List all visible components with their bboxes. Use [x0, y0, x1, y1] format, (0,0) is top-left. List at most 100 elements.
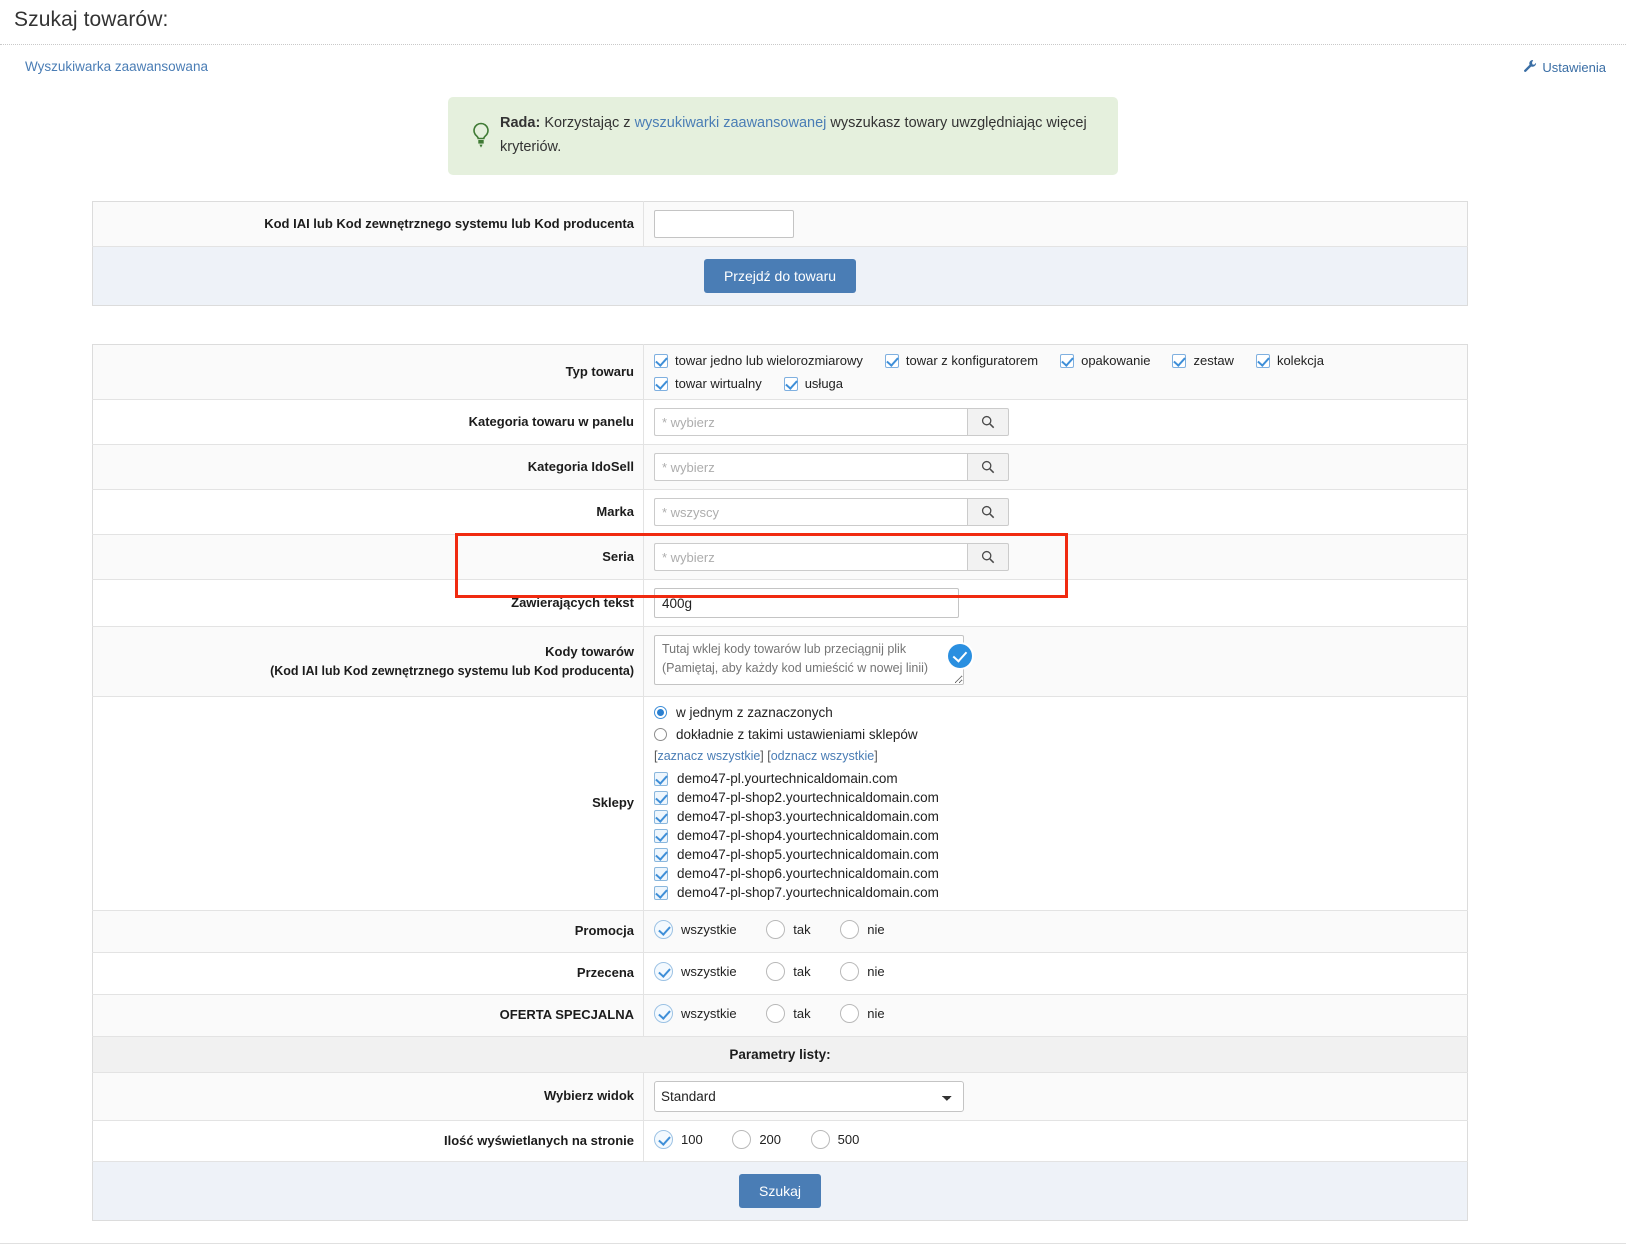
checkbox-icon[interactable]	[1060, 353, 1075, 368]
wybierz-widok-select[interactable]: Standard	[654, 1080, 964, 1112]
advanced-search-link[interactable]: Wyszukiwarka zaawansowana	[25, 59, 208, 74]
row-parametry-header: Parametry listy:	[92, 1036, 1468, 1073]
sklepy-mode-0[interactable]: w jednym z zaznaczonych	[654, 705, 1459, 720]
checkbox-icon[interactable]	[654, 809, 668, 824]
option-label: 100	[681, 1131, 703, 1147]
oferta-option-0[interactable]: wszystkie	[654, 1004, 737, 1024]
kategoria-idosell-input[interactable]	[654, 453, 967, 481]
shop-checkbox-0[interactable]: demo47-pl.yourtechnicaldomain.com	[654, 769, 1459, 788]
shop-checkbox-1[interactable]: demo47-pl-shop2.yourtechnicaldomain.com	[654, 788, 1459, 807]
zawierajacych-tekst-input[interactable]	[654, 588, 959, 618]
radio-check-icon[interactable]	[840, 962, 860, 982]
checkbox-typ-1[interactable]: towar z konfiguratorem	[884, 353, 1039, 368]
przecena-option-2[interactable]: nie	[840, 962, 885, 982]
search-form-table: Typ towaru towar jedno lub wielorozmiaro…	[92, 344, 1468, 1222]
shop-label: demo47-pl-shop5.yourtechnicaldomain.com	[677, 847, 939, 862]
search-icon[interactable]	[967, 453, 1009, 481]
goto-product-table: Kod IAI lub Kod zewnętrznego systemu lub…	[92, 201, 1468, 306]
oferta-option-2[interactable]: nie	[840, 1004, 885, 1024]
kody-towarow-textarea[interactable]	[654, 635, 964, 685]
radio-check-icon[interactable]	[654, 962, 673, 982]
kategoria-idosell-searchfield	[654, 453, 1009, 481]
checkbox-icon[interactable]	[654, 771, 668, 786]
checkbox-icon[interactable]	[654, 828, 668, 843]
search-submit-button[interactable]: Szukaj	[738, 1174, 822, 1209]
radio-check-icon[interactable]	[766, 962, 786, 982]
kategoria-panel-field	[644, 400, 1468, 445]
row-kategoria-idosell: Kategoria IdoSell	[92, 444, 1468, 490]
shop-checkbox-5[interactable]: demo47-pl-shop6.yourtechnicaldomain.com	[654, 864, 1459, 883]
checkbox-icon[interactable]	[654, 847, 668, 862]
checkbox-typ-0[interactable]: towar jedno lub wielorozmiarowy	[654, 353, 863, 368]
checkbox-icon[interactable]	[654, 866, 668, 881]
select-all-link[interactable]: zaznacz wszystkie	[657, 749, 760, 763]
checkbox-typ-5[interactable]: towar wirtualny	[654, 376, 762, 391]
ilosc-option-2[interactable]: 500	[810, 1129, 859, 1149]
product-code-input[interactable]	[654, 210, 794, 238]
shop-checkbox-3[interactable]: demo47-pl-shop4.yourtechnicaldomain.com	[654, 826, 1459, 845]
checkbox-typ-3[interactable]: zestaw	[1172, 353, 1234, 368]
checkbox-typ-6[interactable]: usługa	[783, 376, 844, 391]
promocja-option-1[interactable]: tak	[766, 920, 811, 940]
seria-input[interactable]	[654, 543, 967, 571]
kategoria-panel-label: Kategoria towaru w panelu	[92, 399, 644, 445]
checkbox-icon[interactable]	[654, 790, 668, 805]
checkbox-icon[interactable]	[783, 376, 798, 391]
przecena-option-0[interactable]: wszystkie	[654, 962, 737, 982]
tip-prefix: Rada:	[500, 115, 541, 132]
checkbox-icon[interactable]	[654, 353, 668, 368]
radio-check-icon[interactable]	[654, 1129, 673, 1149]
deselect-all-link[interactable]: odznacz wszystkie	[771, 749, 875, 763]
checkbox-typ-2[interactable]: opakowanie	[1060, 353, 1150, 368]
tip-text-before: Korzystając z	[540, 115, 635, 132]
checkbox-icon[interactable]	[1255, 353, 1270, 368]
radio-check-icon[interactable]	[654, 1004, 673, 1024]
option-label: wszystkie	[681, 964, 737, 980]
radio-check-icon[interactable]	[732, 1129, 752, 1149]
ilosc-option-0[interactable]: 100	[654, 1129, 703, 1149]
radio-check-icon[interactable]	[766, 1004, 786, 1024]
checkbox-typ-4[interactable]: kolekcja	[1255, 353, 1324, 368]
goto-product-button-row: Przejdź do towaru	[92, 246, 1468, 306]
radio-check-icon[interactable]	[840, 1004, 860, 1024]
search-icon[interactable]	[967, 408, 1009, 436]
promocja-option-0[interactable]: wszystkie	[654, 920, 737, 940]
promocja-option-2[interactable]: nie	[840, 920, 885, 940]
page-header: Szukaj towarów:	[0, 0, 1626, 45]
radio-icon[interactable]	[654, 728, 667, 741]
row-typ-towaru: Typ towaru towar jedno lub wielorozmiaro…	[92, 344, 1468, 400]
ilosc-option-1[interactable]: 200	[732, 1129, 781, 1149]
shop-label: demo47-pl-shop6.yourtechnicaldomain.com	[677, 866, 939, 881]
shop-checkbox-4[interactable]: demo47-pl-shop5.yourtechnicaldomain.com	[654, 845, 1459, 864]
marka-field	[644, 490, 1468, 535]
wrench-icon	[1523, 59, 1537, 75]
oferta-option-1[interactable]: tak	[766, 1004, 811, 1024]
marka-label: Marka	[92, 489, 644, 535]
przecena-option-1[interactable]: tak	[766, 962, 811, 982]
checkbox-icon[interactable]	[654, 376, 668, 391]
checkbox-icon[interactable]	[1172, 353, 1187, 368]
kategoria-panel-input[interactable]	[654, 408, 967, 436]
marka-input[interactable]	[654, 498, 967, 526]
radio-check-icon[interactable]	[654, 920, 673, 940]
tip-link[interactable]: wyszukiwarki zaawansowanej	[635, 115, 827, 131]
checkbox-label: usługa	[804, 376, 844, 391]
radio-check-icon[interactable]	[766, 920, 786, 940]
tip-box: Rada: Korzystając z wyszukiwarki zaawans…	[448, 97, 1118, 175]
sklepy-toggle-links: [zaznacz wszystkie] [odznacz wszystkie]	[654, 749, 878, 763]
checkbox-label: towar z konfiguratorem	[905, 353, 1039, 368]
radio-check-icon[interactable]	[810, 1129, 830, 1149]
shop-checkbox-6[interactable]: demo47-pl-shop7.yourtechnicaldomain.com	[654, 883, 1459, 902]
radio-check-icon[interactable]	[840, 920, 860, 940]
option-label: wszystkie	[681, 922, 737, 938]
search-icon[interactable]	[967, 498, 1009, 526]
goto-product-button[interactable]: Przejdź do towaru	[703, 259, 857, 293]
shop-checkbox-2[interactable]: demo47-pl-shop3.yourtechnicaldomain.com	[654, 807, 1459, 826]
checkbox-icon[interactable]	[884, 353, 899, 368]
promocja-label: Promocja	[92, 910, 644, 953]
search-icon[interactable]	[967, 543, 1009, 571]
radio-icon[interactable]	[654, 706, 667, 719]
sklepy-mode-1[interactable]: dokładnie z takimi ustawieniami sklepów	[654, 727, 1459, 742]
checkbox-icon[interactable]	[654, 885, 668, 900]
settings-link[interactable]: Ustawienia	[1523, 59, 1606, 75]
